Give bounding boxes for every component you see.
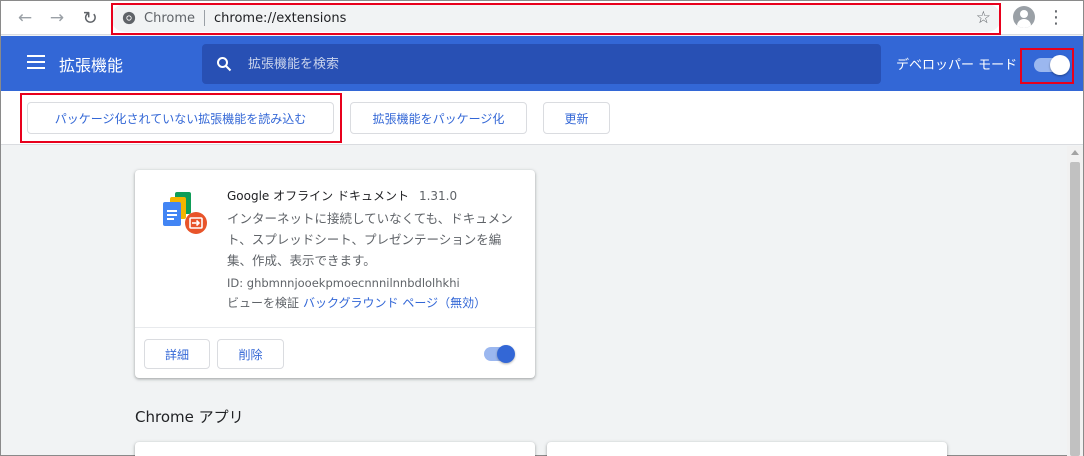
- extension-name-line: Google オフライン ドキュメント 1.31.0: [227, 187, 457, 204]
- developer-mode-toggle[interactable]: [1034, 55, 1070, 75]
- extension-enable-toggle[interactable]: [484, 345, 515, 363]
- site-chip-label: Chrome: [144, 10, 195, 26]
- apps-section-title: Chrome アプリ: [135, 408, 244, 426]
- extensions-header: 拡張機能 デベロッパー モード: [1, 36, 1083, 91]
- docs-offline-icon: [163, 192, 207, 234]
- extension-version: 1.31.0: [418, 189, 458, 203]
- search-field[interactable]: [202, 44, 881, 84]
- developer-mode-label: デベロッパー モード: [896, 58, 1018, 73]
- star-icon[interactable]: ☆: [976, 8, 991, 28]
- pack-extension-button[interactable]: 拡張機能をパッケージ化: [350, 102, 527, 134]
- search-icon: [217, 57, 232, 72]
- chrome-site-icon: [122, 11, 136, 25]
- remove-button[interactable]: 削除: [217, 339, 284, 369]
- url-text[interactable]: chrome://extensions: [214, 11, 346, 26]
- load-unpacked-button[interactable]: パッケージ化されていない拡張機能を読み込む: [27, 102, 334, 134]
- address-bar[interactable]: Chrome chrome://extensions ☆: [111, 4, 1001, 32]
- app-card: [547, 442, 947, 456]
- extension-description: インターネットに接続していなくても、ドキュメント、スプレッドシート、プレゼンテー…: [227, 211, 513, 268]
- reload-icon[interactable]: ↻: [78, 6, 102, 30]
- hamburger-icon[interactable]: [27, 55, 45, 69]
- omnibox-divider: [204, 10, 205, 26]
- inspect-views: ビューを検証 バックグラウンド ページ（無効）: [227, 294, 486, 311]
- app-card: [135, 442, 535, 456]
- page-scrollbar[interactable]: [1067, 146, 1083, 456]
- page-title: 拡張機能: [59, 56, 124, 75]
- update-button[interactable]: 更新: [543, 102, 610, 134]
- card-divider: [135, 327, 535, 328]
- developer-toolbar: パッケージ化されていない拡張機能を読み込む 拡張機能をパッケージ化 更新: [1, 91, 1083, 145]
- browser-toolbar: ← → ↻ Chrome chrome://extensions ☆ ⋮: [1, 1, 1083, 35]
- extension-name: Google オフライン ドキュメント: [227, 189, 409, 203]
- search-input[interactable]: [248, 56, 848, 72]
- forward-arrow-icon[interactable]: →: [45, 6, 69, 30]
- extension-card: Google オフライン ドキュメント 1.31.0 インターネットに接続していな…: [135, 170, 535, 378]
- profile-icon[interactable]: [1013, 6, 1035, 28]
- details-button[interactable]: 詳細: [144, 339, 210, 369]
- more-vert-icon[interactable]: ⋮: [1047, 7, 1065, 29]
- back-arrow-icon[interactable]: ←: [13, 6, 37, 30]
- scrollbar-thumb[interactable]: [1070, 162, 1080, 456]
- extension-id: ID: ghbmnnjooekpmoecnnnilnnbdlolhkhi: [227, 276, 460, 290]
- inspect-views-label: ビューを検証: [227, 296, 300, 310]
- scroll-up-arrow-icon[interactable]: [1071, 150, 1079, 155]
- background-page-link[interactable]: バックグラウンド ページ（無効）: [303, 296, 486, 310]
